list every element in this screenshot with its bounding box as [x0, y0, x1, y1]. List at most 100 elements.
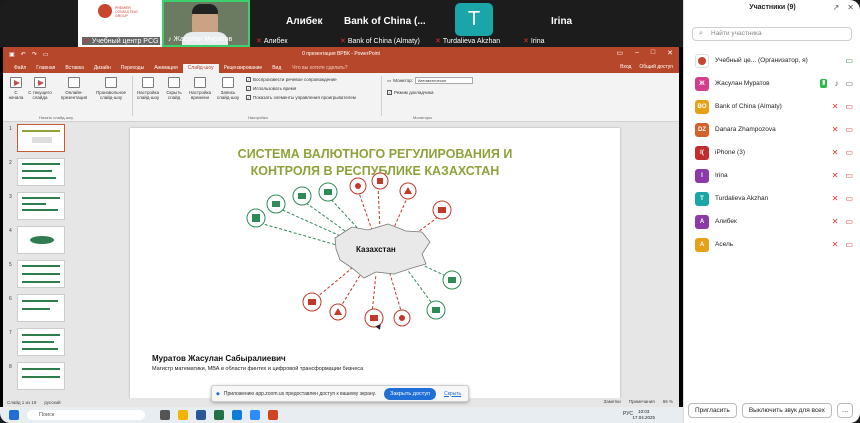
comments-button[interactable]: Примечания [629, 399, 655, 404]
slide-thumbnail[interactable] [17, 328, 65, 356]
mic-on-icon[interactable]: ♪ [834, 79, 838, 88]
taskbar-search[interactable]: Поиск [27, 410, 145, 420]
tab-view[interactable]: Вид [267, 64, 286, 73]
speaker-hair [192, 4, 218, 14]
slide-author: Муратов Жасулан Сабыралиевич [152, 354, 286, 363]
participant-row[interactable]: I Irina ✕ ▭ [684, 164, 860, 187]
from-current-button[interactable]: С текущего слайда [27, 77, 53, 100]
taskbar-clock[interactable]: 10:03 17.04.2025 [632, 409, 655, 420]
slide-thumbnail[interactable] [17, 362, 65, 390]
video-tile-speaker[interactable]: ♪ Жасулан Муратов [162, 0, 250, 47]
tab-transitions[interactable]: Переходы [116, 64, 149, 73]
custom-show-button[interactable]: Произвольное слайд-шоу [93, 77, 129, 100]
video-tile-turdalieva[interactable]: T ✕ Turdalieva Akzhan [431, 0, 519, 47]
mic-muted-icon[interactable]: ✕ [832, 148, 839, 157]
video-tile-pcg[interactable]: PREMIER CONSULTING GROUP ✕ Учебный центр … [78, 0, 162, 47]
slide-thumbnail[interactable] [17, 226, 65, 254]
custom-show-icon [105, 77, 117, 88]
narration-checkbox[interactable]: ✓ Воспроизвести речевое сопровождение [246, 77, 337, 82]
popout-icon[interactable]: ↗ [833, 3, 840, 12]
rehearse-button[interactable]: Настройка времени [187, 77, 213, 100]
powerpoint-icon[interactable] [268, 410, 278, 420]
video-off-icon[interactable]: ▭ [845, 148, 853, 157]
close-panel-icon[interactable]: ✕ [847, 3, 854, 12]
notes-button[interactable]: Заметки [604, 399, 621, 404]
tab-animation[interactable]: Анимация [149, 64, 182, 73]
maximize-icon[interactable]: □ [651, 49, 655, 57]
slide-thumbnail[interactable] [17, 260, 65, 288]
mute-all-button[interactable]: Выключить звук для всех [741, 402, 832, 418]
mic-muted-icon[interactable]: ✕ [832, 171, 839, 180]
presenter-view-checkbox[interactable]: ✓ Режим докладчика [387, 90, 433, 95]
slide-thumbnail[interactable] [17, 192, 65, 220]
mic-muted-icon[interactable]: ✕ [832, 102, 839, 111]
tell-me-input[interactable]: Что вы хотите сделать? [286, 64, 353, 73]
from-start-button[interactable]: С начала [7, 77, 25, 100]
mic-muted-icon[interactable]: ✕ [832, 125, 839, 134]
video-off-icon[interactable]: ▭ [845, 240, 853, 249]
video-on-icon[interactable]: ▭ [845, 79, 853, 88]
more-options-button[interactable]: … [836, 402, 854, 418]
participant-row[interactable]: DZ Danara Zhampozova ✕ ▭ [684, 118, 860, 141]
tab-slideshow[interactable]: Слайд-шоу [182, 64, 219, 73]
excel-icon[interactable] [214, 410, 224, 420]
participant-name: Turdalieva Akzhan [715, 195, 769, 202]
task-view-icon[interactable] [160, 410, 170, 420]
slide-thumbnail[interactable] [17, 124, 65, 152]
invite-button[interactable]: Пригласить [688, 402, 737, 418]
mic-muted-icon[interactable]: ✕ [832, 194, 839, 203]
tab-review[interactable]: Рецензирование [219, 64, 268, 73]
minimize-icon[interactable]: – [635, 49, 639, 57]
record-button[interactable]: Запись слайд-шоу [215, 77, 241, 100]
participant-row[interactable]: I( iPhone (3) ✕ ▭ [684, 141, 860, 164]
video-tile-bank-of-china[interactable]: Bank of China (... ✕ Bank of China (Almat… [336, 0, 431, 47]
tile-bigname: Irina [551, 16, 573, 27]
mic-muted-icon[interactable]: ✕ [832, 240, 839, 249]
video-tile-alibek[interactable]: Алибек ✕ Алибек [252, 0, 336, 47]
group-label: Начать слайд-шоу [39, 115, 74, 120]
edge-icon[interactable] [232, 410, 242, 420]
signin-link[interactable]: Вход [620, 64, 631, 70]
video-off-icon[interactable]: ▭ [845, 194, 853, 203]
tab-file[interactable]: Файл [9, 64, 31, 73]
zoom-level[interactable]: 66 % [663, 399, 673, 404]
controls-checkbox[interactable]: ✓ Показать элементы управления проигрыват… [246, 95, 356, 100]
video-off-icon[interactable]: ▭ [845, 171, 853, 180]
video-tile-irina[interactable]: Irina ✕ Irina [519, 0, 607, 47]
word-icon[interactable] [196, 410, 206, 420]
language-indicator: русский [44, 400, 61, 405]
slide-counter: Слайд 1 из 19 [7, 400, 37, 405]
slide-thumbnail[interactable] [17, 294, 65, 322]
share-button[interactable]: Общий доступ [639, 64, 673, 70]
video-on-icon[interactable]: ▭ [845, 56, 853, 65]
participant-row[interactable]: BO Bank of China (Almaty) ✕ ▭ [684, 95, 860, 118]
participant-row[interactable]: А Алибек ✕ ▭ [684, 210, 860, 233]
stop-share-button[interactable]: Закрыть доступ [384, 387, 437, 400]
participant-row[interactable]: T Turdalieva Akzhan ✕ ▭ [684, 187, 860, 210]
avatar: А [695, 237, 709, 252]
online-button[interactable]: Онлайн-презентация [57, 77, 91, 100]
setup-show-button[interactable]: Настройка слайд-шоу [135, 77, 161, 100]
tab-insert[interactable]: Вставка [60, 64, 89, 73]
timing-checkbox[interactable]: ✓ Использовать время [246, 86, 296, 91]
explorer-icon[interactable] [178, 410, 188, 420]
zoom-icon[interactable] [250, 410, 260, 420]
windows-start-icon[interactable] [9, 410, 19, 420]
tab-design[interactable]: Дизайн [89, 64, 116, 73]
ribbon-display-icon[interactable]: ▭ [616, 49, 623, 57]
mic-muted-icon[interactable]: ✕ [832, 217, 839, 226]
hide-link[interactable]: Скрыть [444, 391, 461, 397]
video-off-icon[interactable]: ▭ [845, 125, 853, 134]
slide-thumbnail[interactable] [17, 158, 65, 186]
slide[interactable]: СИСТЕМА ВАЛЮТНОГО РЕГУЛИРОВАНИЯ И КОНТРОЛ… [130, 128, 620, 398]
participant-search-input[interactable]: Найти участника [692, 27, 852, 41]
video-off-icon[interactable]: ▭ [845, 217, 853, 226]
monitor-select[interactable]: ▭ Монитор: Автоматически [387, 77, 473, 84]
tab-home[interactable]: Главная [31, 64, 60, 73]
video-off-icon[interactable]: ▭ [845, 102, 853, 111]
close-icon[interactable]: ✕ [667, 49, 673, 57]
participant-row[interactable]: Учебный це... (Организатор, я) ▭ [684, 49, 860, 72]
participant-row[interactable]: Ж Жасулан Муратов ▮ ♪ ▭ [684, 72, 860, 95]
participant-row[interactable]: А Асель ✕ ▭ [684, 233, 860, 256]
hide-slide-button[interactable]: Скрыть слайд [163, 77, 185, 100]
